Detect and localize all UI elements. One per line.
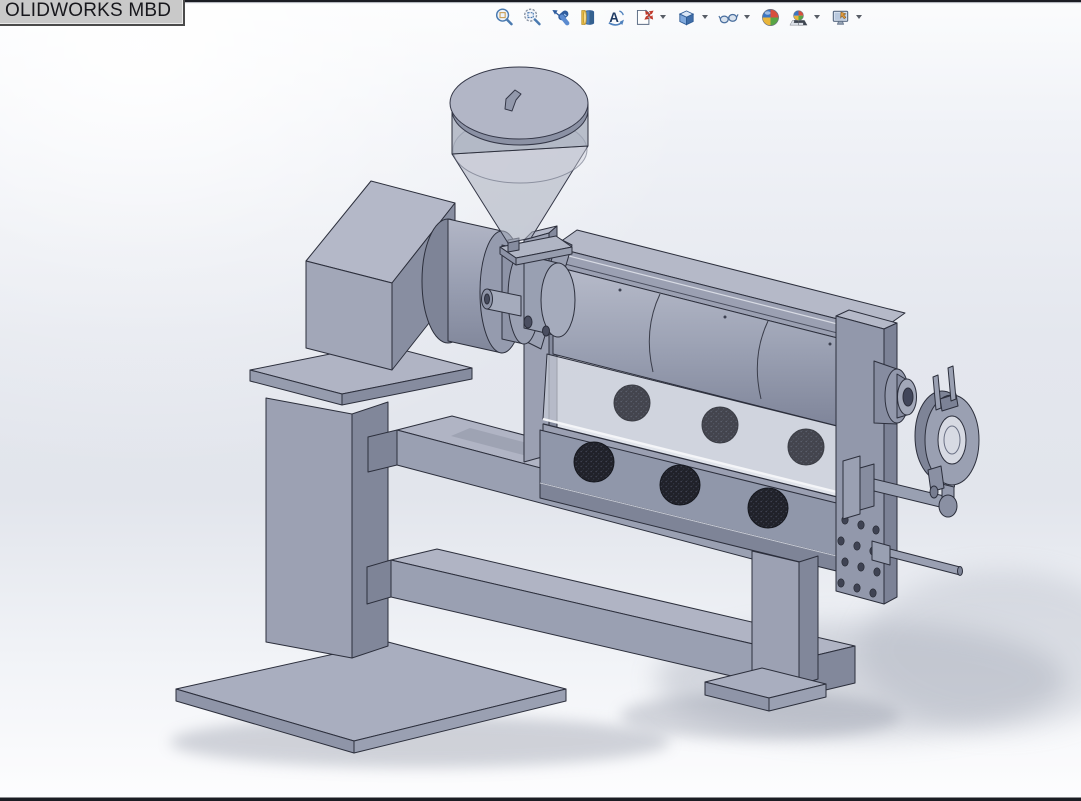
dropdown-caret[interactable] <box>702 15 708 19</box>
section-view-icon <box>578 7 599 28</box>
vent-hole <box>787 428 825 466</box>
zoom-to-fit-button[interactable] <box>492 5 516 29</box>
eyeglasses-icon <box>718 7 739 28</box>
previous-view-button[interactable] <box>548 5 572 29</box>
display-style-cube-icon <box>676 7 697 28</box>
vent-hole <box>613 384 651 422</box>
zoom-to-area-button[interactable] <box>520 5 544 29</box>
solidworks-viewport-area[interactable]: A <box>0 0 1081 801</box>
solidworks-mbd-tab-label: OLIDWORKS MBD <box>5 0 172 21</box>
view-settings-icon <box>830 7 851 28</box>
edit-appearance-button[interactable] <box>758 5 782 29</box>
apply-scene-button[interactable] <box>786 5 810 29</box>
heads-up-toolbar <box>492 4 866 30</box>
viewport-border-bottom <box>0 797 1081 801</box>
hide-show-items-button[interactable] <box>716 5 740 29</box>
vent-hole <box>573 441 615 483</box>
vent-hole <box>659 464 701 506</box>
zoom-to-area-icon <box>522 7 543 28</box>
view-settings-button[interactable] <box>828 5 852 29</box>
previous-view-icon <box>550 7 571 28</box>
3d-drawing-view-button[interactable] <box>604 5 628 29</box>
vent-hole <box>701 406 739 444</box>
capture-3d-view-button[interactable] <box>632 5 656 29</box>
dropdown-caret[interactable] <box>744 15 750 19</box>
zoom-to-fit-icon <box>494 7 515 28</box>
3d-viewport[interactable] <box>0 0 1081 801</box>
dropdown-caret[interactable] <box>660 15 666 19</box>
solidworks-mbd-tab[interactable]: OLIDWORKS MBD <box>0 0 186 26</box>
3d-drawing-view-icon <box>606 7 627 28</box>
dropdown-caret[interactable] <box>814 15 820 19</box>
dropdown-caret[interactable] <box>856 15 862 19</box>
appearance-sphere-icon <box>760 7 781 28</box>
section-view-button[interactable] <box>576 5 600 29</box>
apply-scene-icon <box>788 7 809 28</box>
hopper-lid[interactable] <box>449 66 589 140</box>
display-style-button[interactable] <box>674 5 698 29</box>
capture-3d-view-icon <box>634 7 655 28</box>
vent-hole <box>747 487 789 529</box>
support-leg[interactable] <box>751 550 819 686</box>
